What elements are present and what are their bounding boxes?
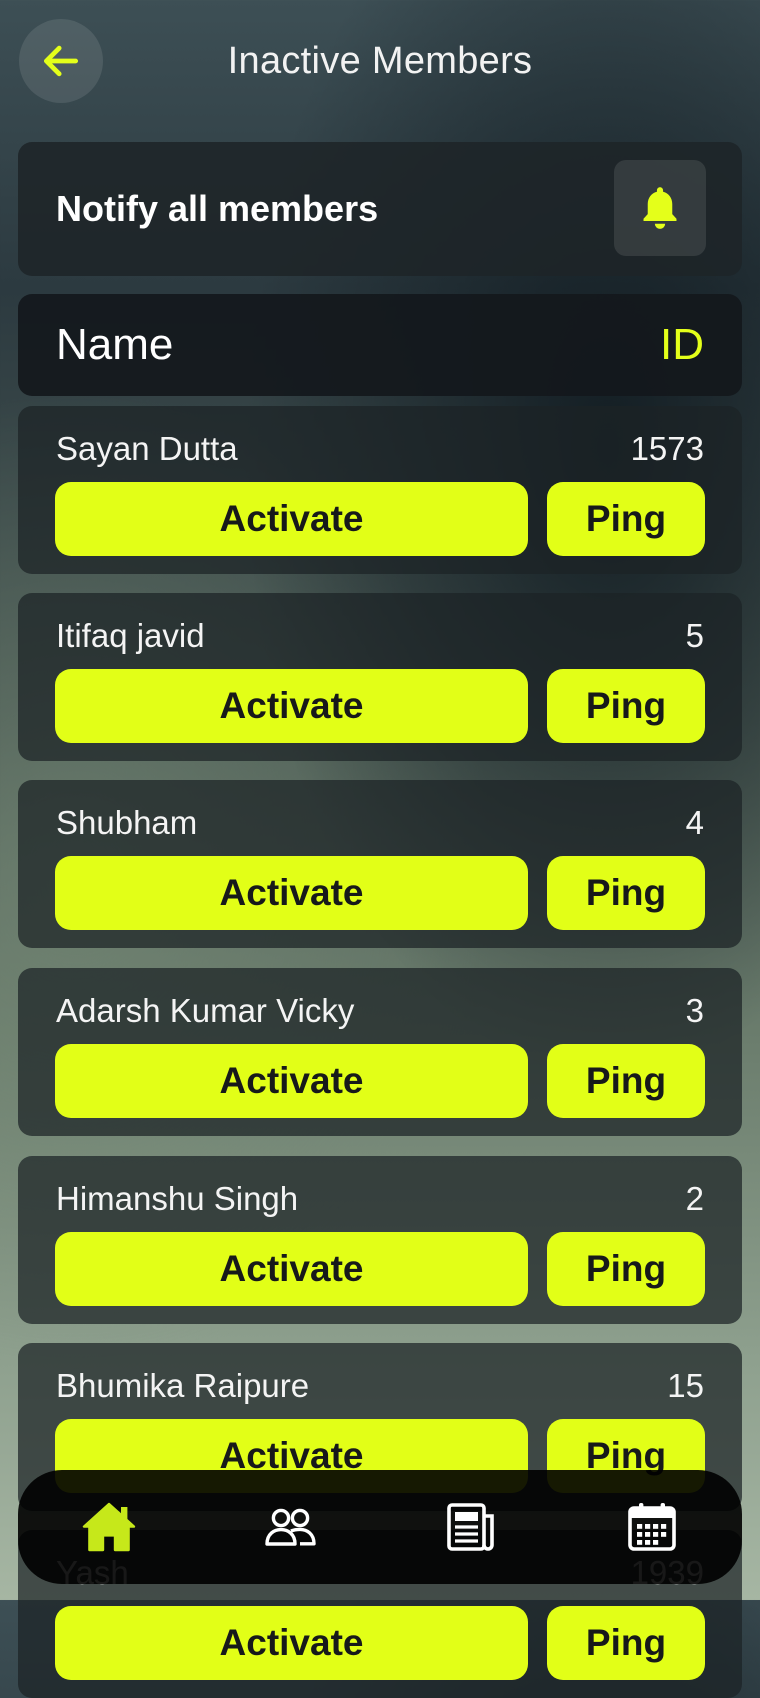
- member-name: Itifaq javid: [56, 617, 205, 654]
- member-id: 4: [685, 804, 704, 841]
- member-id: 3: [685, 992, 704, 1029]
- member-id: 15: [667, 1367, 704, 1404]
- home-icon: [82, 1502, 135, 1552]
- member-row: Himanshu Singh 2 Activate Ping: [18, 1156, 742, 1324]
- news-icon: [446, 1503, 494, 1551]
- notify-all-label: Notify all members: [56, 188, 379, 229]
- activate-button[interactable]: Activate: [55, 1044, 528, 1118]
- nav-members[interactable]: [245, 1482, 335, 1572]
- nav-news[interactable]: [426, 1482, 516, 1572]
- member-name: Bhumika Raipure: [56, 1367, 310, 1404]
- id-column-header: ID: [660, 320, 704, 369]
- ping-button[interactable]: Ping: [547, 482, 705, 556]
- activate-button[interactable]: Activate: [55, 1232, 528, 1306]
- bottom-nav: [18, 1470, 742, 1584]
- nav-home[interactable]: [64, 1482, 154, 1572]
- member-id: 5: [685, 617, 704, 654]
- member-id: 1573: [630, 430, 704, 467]
- table-header: Name ID: [18, 294, 742, 396]
- ping-button[interactable]: Ping: [547, 1232, 705, 1306]
- nav-calendar[interactable]: [607, 1482, 697, 1572]
- member-row: Sayan Dutta 1573 Activate Ping: [18, 406, 742, 574]
- member-name: Adarsh Kumar Vicky: [56, 992, 355, 1029]
- member-name: Shubham: [56, 804, 198, 841]
- activate-button[interactable]: Activate: [55, 856, 528, 930]
- notify-all-card: Notify all members: [18, 142, 742, 276]
- member-row: Itifaq javid 5 Activate Ping: [18, 593, 742, 761]
- members-icon: [264, 1508, 316, 1546]
- ping-button[interactable]: Ping: [547, 1044, 705, 1118]
- ping-button[interactable]: Ping: [547, 856, 705, 930]
- notify-all-button[interactable]: [614, 160, 706, 256]
- page-title: Inactive Members: [227, 40, 533, 82]
- member-row: Adarsh Kumar Vicky 3 Activate Ping: [18, 968, 742, 1136]
- activate-button[interactable]: Activate: [55, 1606, 528, 1680]
- bell-icon: [643, 187, 677, 229]
- ping-button[interactable]: Ping: [547, 1606, 705, 1680]
- name-column-header: Name: [56, 320, 174, 369]
- member-name: Sayan Dutta: [56, 430, 238, 467]
- activate-button[interactable]: Activate: [55, 669, 528, 743]
- header-bar: Inactive Members: [0, 0, 760, 130]
- member-name: Himanshu Singh: [56, 1180, 299, 1217]
- ping-button[interactable]: Ping: [547, 669, 705, 743]
- member-id: 2: [685, 1180, 704, 1217]
- activate-button[interactable]: Activate: [55, 482, 528, 556]
- member-row: Shubham 4 Activate Ping: [18, 780, 742, 948]
- calendar-icon: [627, 1503, 676, 1551]
